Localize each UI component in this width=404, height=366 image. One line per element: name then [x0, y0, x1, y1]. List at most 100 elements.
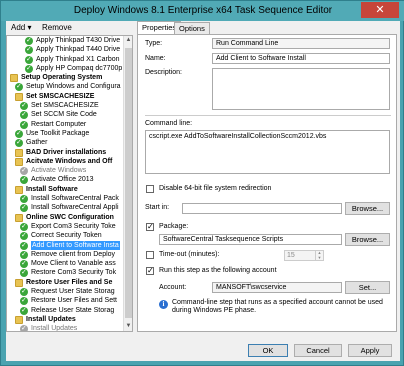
tree-step[interactable]: Setup Windows and Configura	[7, 82, 125, 92]
apply-button[interactable]: Apply	[348, 344, 392, 357]
tree-item-label: Add Client to Software Insta	[31, 240, 120, 250]
check-icon	[15, 82, 23, 92]
tree-item-label: Apply HP Compaq dc7700p	[36, 64, 123, 72]
disabled-step-icon	[20, 324, 28, 331]
name-label: Name:	[145, 55, 166, 62]
type-label: Type:	[145, 40, 163, 47]
folder-icon	[10, 74, 18, 83]
tree-item-label: Install Updates	[31, 325, 78, 332]
tree-item-label: Setup Windows and Configura	[26, 83, 121, 91]
package-browse-button[interactable]: Browse...	[345, 233, 390, 246]
check-icon	[20, 259, 28, 269]
tree-step[interactable]: Restore Com3 Security Tok	[7, 268, 125, 278]
check-icon	[15, 138, 23, 148]
tree-step[interactable]: Apply HP Compaq dc7700p	[7, 64, 125, 73]
tree-group[interactable]: Set SMSCACHESIZE	[7, 92, 125, 101]
tree-group[interactable]: Install Software	[7, 185, 125, 194]
folder-icon	[15, 315, 23, 324]
folder-icon	[15, 148, 23, 157]
tree-step[interactable]: Restore User Files and Sett	[7, 296, 125, 306]
tree-item-label: Apply Thinkpad T440 Drive	[36, 46, 121, 54]
timeout-value: 15	[287, 252, 295, 259]
tree-item-label: Activate Windows	[31, 167, 87, 175]
tree-item-label: BAD Driver installations	[26, 148, 107, 156]
command-line-label: Command line:	[145, 120, 193, 127]
tree-item-label: Use Toolkit Package	[26, 129, 90, 137]
tree-item-label: Apply Thinkpad T430 Drive	[36, 37, 121, 44]
tree-group[interactable]: Install Updates	[7, 315, 125, 324]
tree-step[interactable]: Install SoftwareCentral Appli	[7, 203, 125, 213]
check-icon	[20, 241, 28, 250]
run-as-checkbox[interactable]	[146, 266, 154, 276]
name-field[interactable]: Add Client to Software Install	[212, 53, 390, 64]
start-in-label: Start in:	[145, 204, 170, 211]
check-icon	[20, 203, 28, 213]
tree-step[interactable]: Install Updates	[7, 324, 125, 332]
tree-vertical-scrollbar[interactable]: ▲ ▼	[123, 36, 132, 331]
package-field[interactable]: SoftwareCentral Tasksequence Scripts	[159, 234, 342, 245]
tree-step[interactable]: Install SoftwareCentral Pack	[7, 194, 125, 204]
tree-step[interactable]: Add Client to Software Insta	[7, 240, 125, 250]
timeout-checkbox[interactable]	[146, 251, 154, 259]
command-line-field[interactable]: cscript.exe AddToSoftwareInstallCollecti…	[145, 130, 390, 174]
tree-item-label: Restore User Files and Se	[26, 278, 113, 286]
close-button[interactable]: ✕	[361, 2, 399, 18]
tree-item-label: Apply Thinkpad X1 Carbon	[36, 55, 120, 63]
tree-item-label: Set SMSCACHESIZE	[31, 102, 99, 110]
tree-group[interactable]: BAD Driver installations	[7, 148, 125, 157]
tree-step[interactable]: Activate Windows	[7, 166, 125, 176]
task-sequence-tree[interactable]: Apply Thinkpad T430 Drive Apply Thinkpad …	[6, 35, 133, 332]
check-icon	[20, 296, 28, 306]
disable-redirection-checkbox[interactable]	[146, 185, 154, 193]
tree-step[interactable]: Apply Thinkpad T430 Drive	[7, 36, 125, 45]
remove-button[interactable]: Remove	[39, 22, 75, 34]
description-field[interactable]	[212, 68, 390, 110]
separator	[145, 115, 391, 116]
tree-step[interactable]: Export Com3 Security Toke	[7, 222, 125, 231]
check-icon	[20, 306, 28, 315]
tree-item-label: Acitvate Windows and Off	[26, 157, 113, 165]
scroll-thumb[interactable]	[125, 48, 132, 318]
tree-step[interactable]: Gather	[7, 138, 125, 148]
tree-step[interactable]: Restart Computer	[7, 120, 125, 129]
tree-step[interactable]: Use Toolkit Package	[7, 129, 125, 138]
add-menu-button[interactable]: Add ▾	[8, 22, 34, 34]
tree-step[interactable]: Set SMSCACHESIZE	[7, 101, 125, 111]
tree-step[interactable]: Activate Office 2013	[7, 175, 125, 185]
tree-group[interactable]: Setup Operating System	[7, 73, 125, 83]
tree-item-label: Remove client from Deploy	[31, 250, 116, 258]
tree-step[interactable]: Remove client from Deploy	[7, 250, 125, 259]
tab-options[interactable]: Options	[174, 22, 210, 34]
tree-step[interactable]: Set SCCM Site Code	[7, 110, 125, 120]
tree-step[interactable]: Move Client to Vanable ass	[7, 259, 125, 269]
set-account-button[interactable]: Set...	[345, 281, 390, 294]
check-icon	[20, 268, 28, 278]
tree-item-label: Online SWC Configuration	[26, 213, 114, 221]
task-sequence-editor-window: Deploy Windows 8.1 Enterprise x64 Task S…	[0, 0, 404, 366]
check-icon	[20, 222, 28, 231]
tree-group[interactable]: Online SWC Configuration	[7, 213, 125, 222]
tree-item-label: Move Client to Vanable ass	[31, 260, 116, 268]
start-in-field[interactable]	[182, 203, 342, 214]
timeout-label: Time-out (minutes):	[159, 251, 220, 258]
package-label: Package:	[159, 223, 189, 230]
cancel-button[interactable]: Cancel	[294, 344, 342, 357]
scroll-up-arrow-icon[interactable]: ▲	[124, 36, 132, 45]
package-checkbox[interactable]	[146, 222, 154, 232]
tree-group[interactable]: Restore User Files and Se	[7, 278, 125, 287]
run-as-info-text: Command-line step that runs as a specifi…	[172, 299, 383, 314]
scroll-down-arrow-icon[interactable]: ▼	[124, 322, 132, 331]
disabled-step-icon	[20, 166, 28, 176]
tree-item-label: Install SoftwareCentral Pack	[31, 195, 119, 203]
tree-step[interactable]: Apply Thinkpad T440 Drive	[7, 45, 125, 55]
info-icon: i	[159, 300, 168, 309]
ok-button[interactable]: OK	[248, 344, 288, 357]
timeout-stepper: 15 ▲ ▼	[284, 250, 324, 261]
tree-step[interactable]: Request User State Storag	[7, 287, 125, 297]
tree-item-label: Install SoftwareCentral Appli	[31, 204, 119, 212]
tree-step[interactable]: Correct Security Token	[7, 231, 125, 241]
tree-group[interactable]: Acitvate Windows and Off	[7, 157, 125, 166]
start-in-browse-button[interactable]: Browse...	[345, 202, 390, 215]
tree-step[interactable]: Apply Thinkpad X1 Carbon	[7, 55, 125, 64]
tree-step[interactable]: Release User State Storag	[7, 306, 125, 315]
